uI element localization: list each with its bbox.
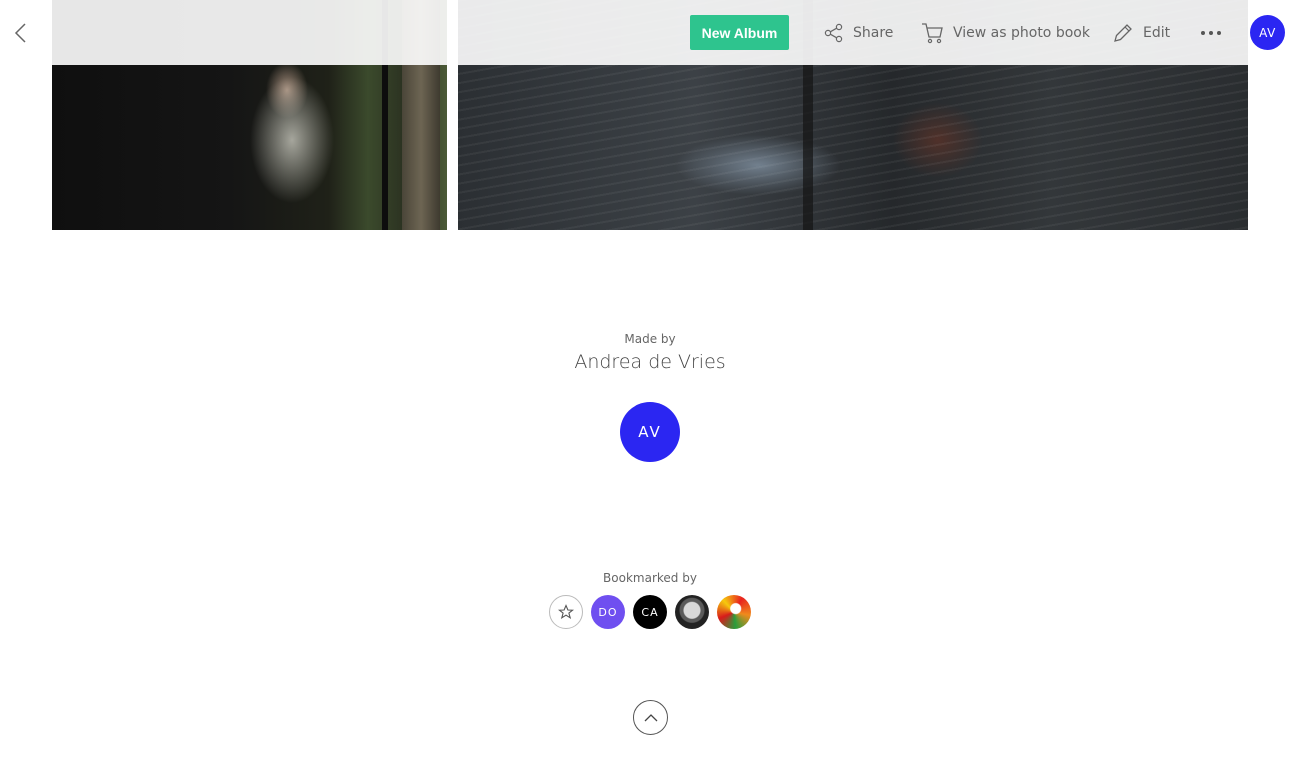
- user-avatar[interactable]: AV: [1250, 15, 1285, 50]
- bookmark-avatar-ca[interactable]: CA: [633, 595, 667, 629]
- bookmark-avatars: DO CA: [549, 595, 751, 629]
- scroll-to-top-button[interactable]: [633, 700, 668, 735]
- author-avatar[interactable]: AV: [620, 402, 680, 462]
- pencil-icon: [1114, 24, 1132, 42]
- back-button[interactable]: [10, 20, 32, 46]
- author-name[interactable]: Andrea de Vries: [0, 351, 1300, 373]
- bookmarked-by-label: Bookmarked by: [603, 571, 697, 585]
- view-as-photo-book-button[interactable]: View as photo book: [921, 20, 1090, 46]
- edit-button[interactable]: Edit: [1112, 20, 1170, 46]
- new-album-button[interactable]: New Album: [690, 15, 789, 50]
- bookmark-avatar-do[interactable]: DO: [591, 595, 625, 629]
- more-dots-icon: [1201, 31, 1221, 35]
- share-icon: [824, 23, 843, 43]
- cart-icon: [922, 23, 943, 44]
- made-by-label: Made by: [624, 332, 676, 346]
- bookmark-avatar-photo[interactable]: [717, 595, 751, 629]
- bookmark-avatar-photo[interactable]: [675, 595, 709, 629]
- edit-label: Edit: [1143, 25, 1171, 41]
- chevron-up-icon: [644, 713, 657, 721]
- share-button[interactable]: Share: [824, 20, 893, 46]
- photo-book-label: View as photo book: [953, 25, 1090, 41]
- top-toolbar: New Album Share View as photo book Edit: [0, 0, 1300, 65]
- star-icon: [558, 604, 574, 620]
- bookmark-button[interactable]: [549, 595, 583, 629]
- more-options-button[interactable]: [1199, 24, 1223, 42]
- share-label: Share: [853, 25, 894, 41]
- back-arrow-icon: [14, 23, 26, 43]
